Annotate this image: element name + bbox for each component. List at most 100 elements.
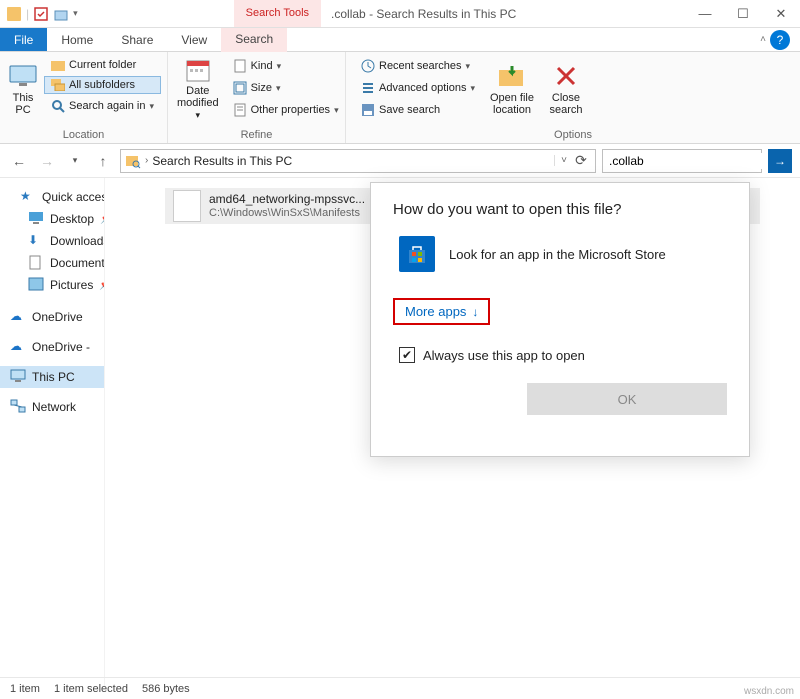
search-icon [51, 99, 65, 113]
other-properties-button[interactable]: Other properties [226, 100, 346, 120]
desktop-icon [28, 211, 44, 227]
kind-button[interactable]: Kind [226, 56, 346, 76]
window-title: .collab - Search Results in This PC [331, 7, 516, 21]
folder-open-icon [498, 62, 526, 90]
group-label-options: Options [354, 127, 792, 141]
help-icon[interactable]: ? [770, 30, 790, 50]
sidebar-item-downloads[interactable]: ⬇Downloads📌 [10, 230, 104, 252]
search-go-button[interactable]: → [768, 149, 792, 173]
network-icon [10, 399, 26, 415]
tab-home[interactable]: Home [47, 28, 107, 51]
always-use-label: Always use this app to open [423, 348, 585, 363]
result-filename: amd64_networking-mpssvc... [209, 192, 365, 206]
sidebar-item-desktop[interactable]: Desktop📌 [10, 208, 104, 230]
download-icon: ⬇ [28, 233, 44, 249]
store-option-label: Look for an app in the Microsoft Store [449, 247, 666, 262]
refresh-icon[interactable]: ⟳ [571, 150, 591, 172]
date-modified-label: Date modified [177, 85, 219, 109]
close-search-button[interactable]: Close search [542, 56, 590, 122]
qat-divider: | [26, 7, 29, 21]
collapse-ribbon-icon[interactable]: ˄ [760, 34, 766, 45]
chevron-right-icon[interactable]: › [145, 155, 148, 166]
star-icon: ★ [20, 189, 36, 205]
calendar-icon [184, 57, 212, 83]
address-text: Search Results in This PC [152, 154, 292, 168]
file-icon [173, 190, 201, 222]
sidebar-quick-access[interactable]: ★Quick access [10, 186, 104, 208]
sidebar-this-pc[interactable]: This PC [0, 366, 104, 388]
new-folder-icon[interactable] [53, 6, 69, 22]
arrow-right-icon: → [774, 154, 786, 168]
pin-icon: 📌 [99, 280, 104, 291]
pin-icon: 📌 [100, 214, 104, 225]
group-label-refine: Refine [176, 127, 337, 141]
current-folder-button[interactable]: Current folder [44, 56, 161, 74]
more-apps-link[interactable]: More apps ↓ [393, 298, 490, 325]
sidebar-item-pictures[interactable]: Pictures📌 [10, 274, 104, 296]
watermark: wsxdn.com [744, 686, 794, 697]
cloud-icon: ☁ [10, 339, 26, 355]
advanced-options-button[interactable]: Advanced options [354, 78, 482, 98]
monitor-icon [9, 62, 37, 90]
search-box[interactable]: ✕ [602, 149, 762, 173]
save-search-button[interactable]: Save search [354, 100, 482, 120]
status-size: 586 bytes [142, 683, 190, 695]
size-button[interactable]: Size [226, 78, 346, 98]
open-with-dialog: How do you want to open this file? Look … [370, 182, 750, 457]
up-button[interactable]: ↑ [92, 150, 114, 172]
status-bar: 1 item 1 item selected 586 bytes [0, 677, 800, 699]
group-label-location: Location [8, 127, 159, 141]
folders-icon [51, 79, 65, 91]
ok-button[interactable]: OK [527, 383, 727, 415]
qat-dropdown-icon[interactable]: ▾ [73, 8, 78, 19]
document-icon [28, 255, 44, 271]
picture-icon [28, 277, 44, 293]
dialog-title: How do you want to open this file? [393, 201, 727, 218]
close-button[interactable]: ✕ [762, 0, 800, 28]
address-bar[interactable]: › Search Results in This PC ˅ ⟳ [120, 149, 596, 173]
monitor-icon [10, 369, 26, 385]
list-icon [361, 81, 375, 95]
sidebar-onedrive[interactable]: ☁OneDrive [0, 306, 104, 328]
properties-icon[interactable] [33, 6, 49, 22]
back-button[interactable]: ← [8, 150, 30, 172]
search-results-icon [125, 153, 141, 169]
tab-share[interactable]: Share [107, 28, 167, 51]
open-file-location-button[interactable]: Open file location [488, 56, 536, 122]
address-dropdown-icon[interactable]: ˅ [554, 155, 567, 166]
date-modified-button[interactable]: Date modified▾ [176, 56, 220, 122]
status-selected: 1 item selected [54, 683, 128, 695]
clock-icon [361, 59, 375, 73]
app-icon [6, 6, 22, 22]
tab-file[interactable]: File [0, 28, 47, 51]
properties-icon [233, 103, 247, 117]
size-icon [233, 81, 247, 95]
recent-locations-button[interactable]: ▾ [64, 150, 86, 172]
tab-view[interactable]: View [167, 28, 221, 51]
this-pc-label: This PC [9, 92, 37, 116]
cloud-icon: ☁ [10, 309, 26, 325]
recent-searches-button[interactable]: Recent searches [354, 56, 482, 76]
contextual-tab-search-tools: Search Tools [234, 0, 321, 27]
arrow-down-icon: ↓ [472, 305, 478, 319]
result-filepath: C:\Windows\WinSxS\Manifests [209, 207, 365, 220]
store-option[interactable]: Look for an app in the Microsoft Store [393, 236, 727, 272]
kind-icon [233, 59, 247, 73]
search-input[interactable] [607, 153, 766, 169]
maximize-button[interactable]: ☐ [724, 0, 762, 28]
tab-search[interactable]: Search [221, 28, 287, 52]
forward-button[interactable]: → [36, 150, 58, 172]
search-again-in-button[interactable]: Search again in [44, 96, 161, 116]
sidebar-onedrive-2[interactable]: ☁OneDrive - [0, 336, 104, 358]
close-x-icon [552, 62, 580, 90]
always-use-checkbox[interactable]: ✔ [399, 347, 415, 363]
status-item-count: 1 item [10, 683, 40, 695]
microsoft-store-icon [399, 236, 435, 272]
sidebar-network[interactable]: Network [0, 396, 104, 418]
sidebar-item-documents[interactable]: Documents📌 [10, 252, 104, 274]
save-icon [361, 103, 375, 117]
all-subfolders-button[interactable]: All subfolders [44, 76, 161, 94]
minimize-button[interactable]: — [686, 0, 724, 28]
this-pc-button[interactable]: This PC [8, 56, 38, 122]
folder-icon [51, 59, 65, 71]
